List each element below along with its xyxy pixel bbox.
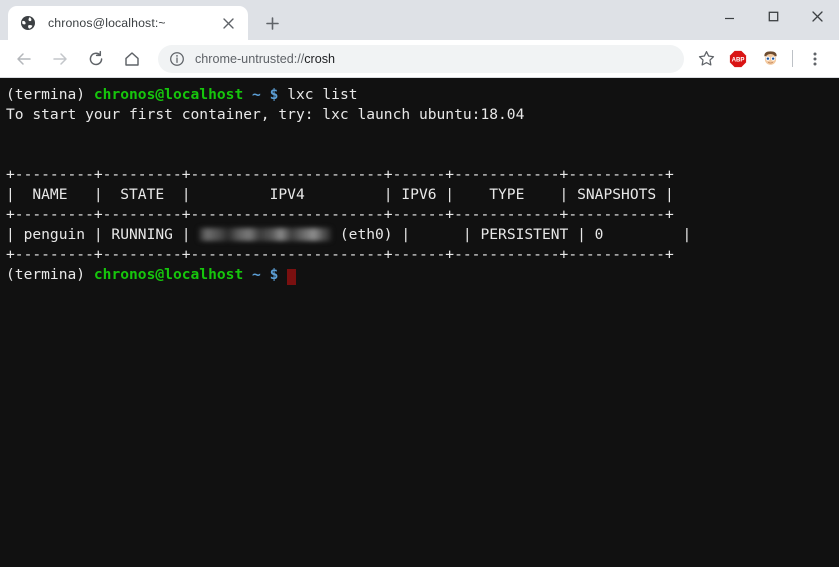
table-separator-bottom: +---------+---------+-------------------…	[6, 246, 674, 263]
toolbar-divider	[792, 50, 793, 67]
prompt-context: (termina)	[6, 266, 86, 283]
table-header-row: | NAME | STATE | IPV4 | IPV6 | TYPE | SN…	[6, 186, 674, 203]
prompt-path: ~	[252, 86, 261, 103]
globe-icon	[20, 15, 36, 31]
tab-title: chronos@localhost:~	[48, 16, 166, 30]
abp-badge: ABP	[729, 50, 747, 68]
tab-strip: chronos@localhost:~	[0, 0, 839, 40]
terminal-command: lxc list	[287, 86, 358, 103]
redacted-ipv4-address	[199, 227, 332, 241]
maximize-icon[interactable]	[751, 0, 795, 32]
terminal-line-command: (termina) chronos@localhost ~ $ lxc list	[6, 85, 839, 105]
table-separator-top: +---------+---------+-------------------…	[6, 166, 674, 183]
prompt-context: (termina)	[6, 86, 86, 103]
address-bar-url: chrome-untrusted://crosh	[195, 52, 335, 66]
prompt-user-host: chronos@localhost	[93, 266, 244, 283]
terminal-hint-line: To start your first container, try: lxc …	[6, 106, 525, 123]
svg-text:ABP: ABP	[732, 56, 745, 63]
table-row-prefix: | penguin | RUNNING |	[6, 226, 200, 243]
browser-toolbar: chrome-untrusted://crosh ABP	[0, 40, 839, 78]
terminal-line-prompt-active: (termina) chronos@localhost ~ $	[6, 265, 839, 285]
info-circle-icon[interactable]	[169, 51, 185, 67]
url-host: crosh	[304, 51, 335, 66]
close-icon[interactable]	[218, 13, 238, 33]
crosh-terminal[interactable]: (termina) chronos@localhost ~ $ lxc list…	[0, 78, 839, 567]
new-tab-button[interactable]	[258, 9, 286, 37]
table-row: | penguin | RUNNING | (eth0) | | PERSIST…	[6, 225, 839, 245]
home-button[interactable]	[117, 44, 147, 74]
back-button[interactable]	[9, 44, 39, 74]
avatar	[761, 49, 780, 68]
browser-tab-active[interactable]: chronos@localhost:~	[8, 6, 248, 40]
table-separator-mid: +---------+---------+-------------------…	[6, 206, 674, 223]
extension-adblock-plus-icon[interactable]: ABP	[724, 45, 752, 73]
reload-button[interactable]	[81, 44, 111, 74]
url-scheme: chrome-untrusted://	[195, 51, 305, 66]
chrome-menu-icon[interactable]	[801, 45, 829, 73]
browser-window: chronos@localhost:~ chrome-untrusted://c…	[0, 0, 839, 567]
window-controls	[707, 0, 839, 32]
prompt-user-host: chronos@localhost	[93, 86, 244, 103]
prompt-path: ~	[252, 266, 261, 283]
address-bar[interactable]: chrome-untrusted://crosh	[158, 44, 684, 73]
forward-button[interactable]	[45, 44, 75, 74]
table-row-suffix: (eth0) | | PERSISTENT | 0 |	[331, 226, 692, 243]
profile-avatar-icon[interactable]	[756, 45, 784, 73]
bookmark-star-icon[interactable]	[692, 45, 720, 73]
close-window-icon[interactable]	[795, 0, 839, 32]
minimize-icon[interactable]	[707, 0, 751, 32]
terminal-cursor	[287, 269, 297, 285]
